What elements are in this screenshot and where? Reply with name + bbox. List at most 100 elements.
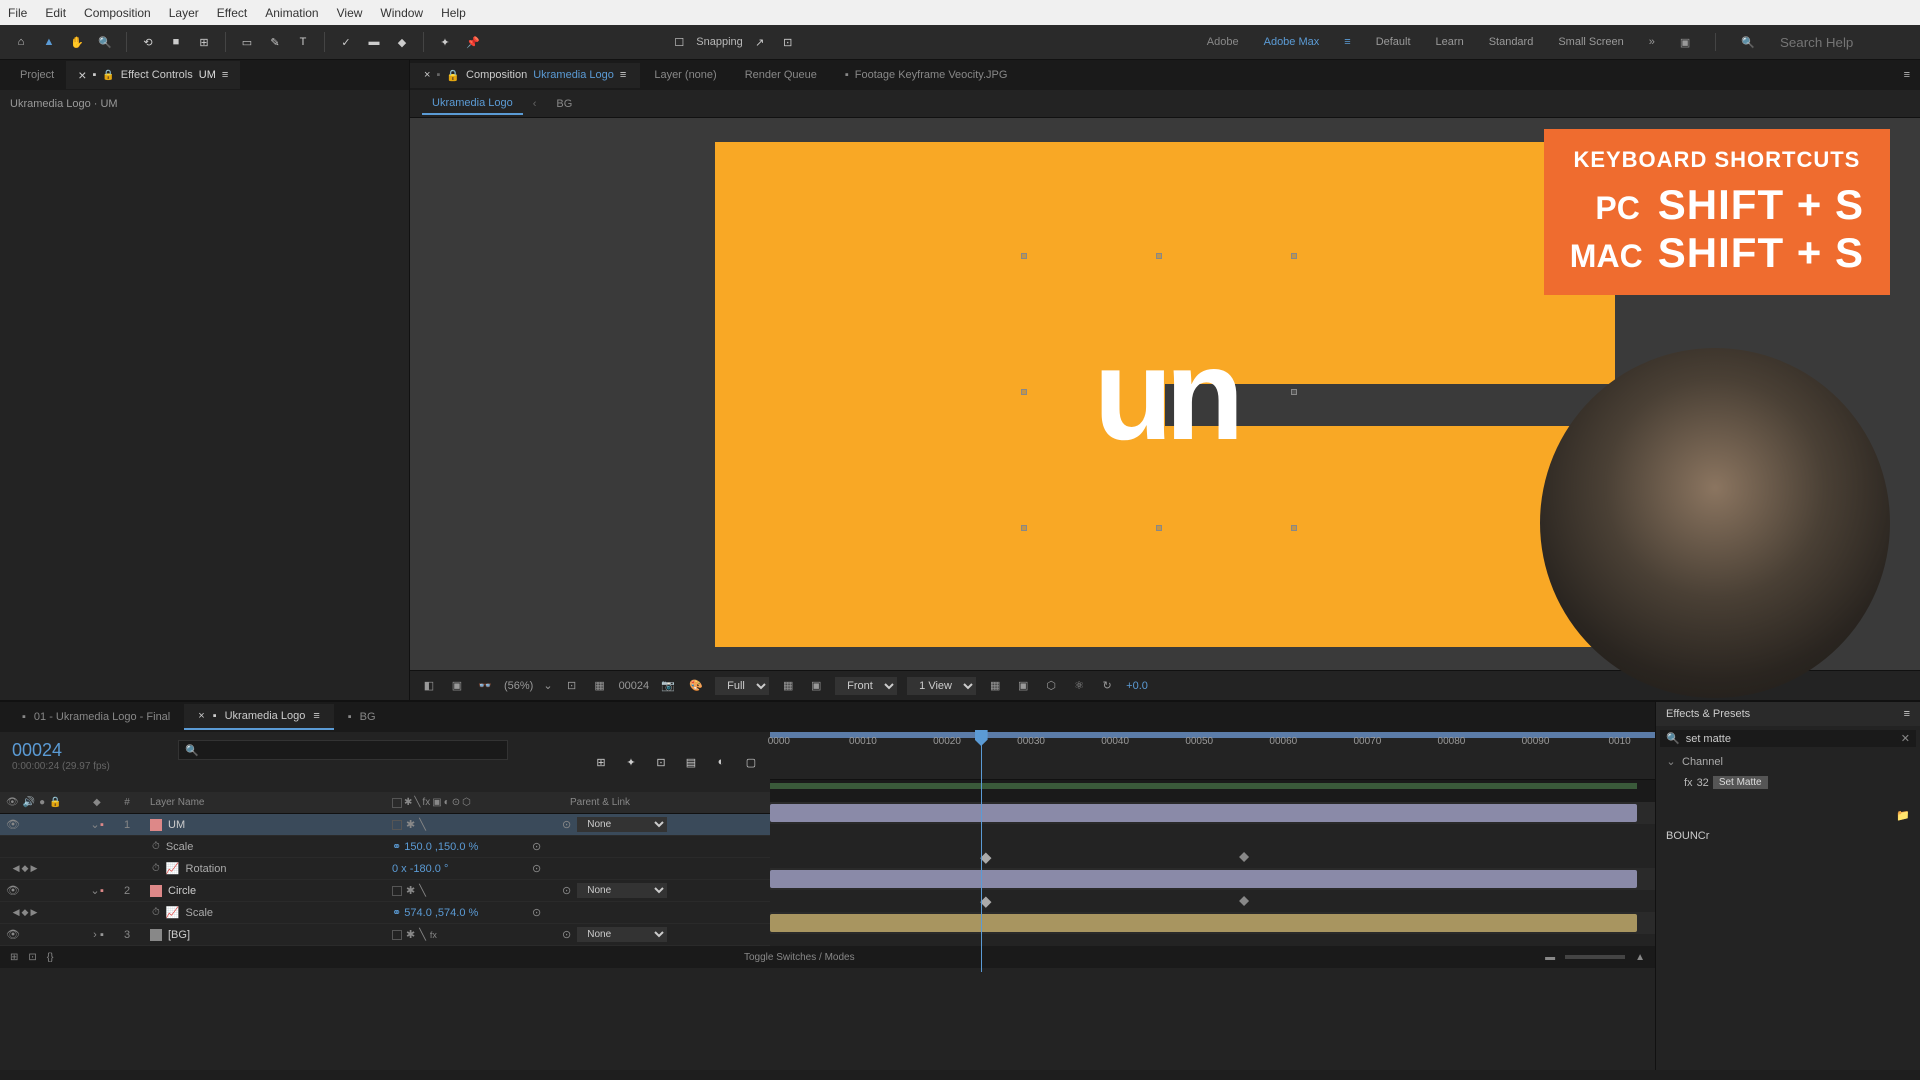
roto-tool-icon[interactable]: ✦ [434,31,456,53]
workspace-learn[interactable]: Learn [1436,36,1464,48]
effects-category[interactable]: ⌄ Channel [1656,751,1920,772]
stopwatch-icon[interactable]: ⏱ [152,907,160,918]
track-prop-3[interactable] [770,890,1655,912]
prev-kf-icon[interactable]: ◀ [13,863,20,874]
res-icon[interactable]: ⊡ [563,677,581,695]
parent-dropdown[interactable]: None [577,927,667,942]
twirl-down-icon[interactable]: ⌄ [1666,755,1676,768]
layer-name-column[interactable]: Layer Name [142,797,392,808]
alpha-icon[interactable]: ◧ [420,677,438,695]
region-icon[interactable]: ▣ [807,677,825,695]
menu-view[interactable]: View [337,6,363,20]
layer-row-bg[interactable]: 👁 ›▪ 3 [BG] ✱╲fx ⊙None [0,924,770,946]
snapshot-icon[interactable]: 📷 [659,677,677,695]
keyframe-icon[interactable] [1239,852,1249,862]
mask-icon[interactable]: 👓 [476,677,494,695]
hand-tool-icon[interactable]: ✋ [66,31,88,53]
color-icon[interactable]: 🎨 [687,677,705,695]
adobemax-link[interactable]: Adobe Max [1264,36,1320,48]
track-prop-1[interactable] [770,824,1655,846]
pickwhip-icon[interactable]: ⊙ [532,840,541,853]
effects-item[interactable]: fx 32 Set Matte [1656,772,1920,793]
home-icon[interactable]: ⌂ [10,31,32,53]
property-value[interactable]: 150.0 ,150.0 % [404,841,478,853]
snap-checkbox-icon[interactable]: ☐ [668,31,690,53]
comp-nav-bg[interactable]: BG [546,94,582,114]
search-help-input[interactable] [1780,35,1910,50]
bouncr-item[interactable]: BOUNCr [1656,826,1920,846]
brush-tool-icon[interactable]: ✓ [335,31,357,53]
menu-composition[interactable]: Composition [84,6,151,20]
footer-icon[interactable]: ⊞ [10,952,18,963]
link-icon[interactable]: ⚭ [392,841,401,853]
workspace-menu-icon[interactable]: ▣ [1680,36,1690,49]
zoom-tool-icon[interactable]: 🔍 [94,31,116,53]
panel-menu-icon[interactable]: ≡ [313,710,319,722]
3d-icon[interactable]: ⬡ [1042,677,1060,695]
menu-file[interactable]: File [8,6,27,20]
render-queue-tab[interactable]: Render Queue [731,63,831,87]
work-area[interactable] [770,783,1637,789]
pickwhip-icon[interactable]: ⊙ [532,906,541,919]
composition-viewer[interactable]: un KEYBOARD SHORTCUTS PC SHIFT + S MAC [410,118,1920,670]
track-row-2[interactable] [770,868,1655,890]
workspace-standard[interactable]: Standard [1489,36,1534,48]
track-row-1[interactable] [770,802,1655,824]
views-dropdown[interactable]: 1 View [907,677,976,695]
switch-col-icon[interactable]: ▣ [432,797,441,808]
zoom-slider[interactable] [1565,955,1625,959]
property-row-rotation[interactable]: ◀◆▶ ⏱📈Rotation 0 x -180.0 ° ⊙ [0,858,770,880]
panel-menu-icon[interactable]: ≡ [620,69,626,81]
menu-layer[interactable]: Layer [169,6,199,20]
close-icon[interactable]: × [198,710,204,722]
snapping-label[interactable]: Snapping [696,36,743,48]
panel-menu-icon[interactable]: ≡ [222,69,228,81]
switch-col-icon[interactable]: ╲ [414,797,420,808]
exposure-value[interactable]: +0.0 [1126,680,1148,692]
switch-col-icon[interactable]: fx [422,797,430,808]
switch-col-icon[interactable]: ◐ [444,797,450,808]
shape-tool-icon[interactable]: ▭ [236,31,258,53]
lock-icon[interactable]: 🔒 [446,69,460,82]
pickwhip-icon[interactable]: ⊙ [562,818,571,831]
eye-icon[interactable]: 👁 [6,928,20,941]
keyframe-icon[interactable] [980,853,991,864]
resolution-dropdown[interactable]: Full [715,677,769,695]
effect-controls-tab[interactable]: × ▪ 🔒 Effect Controls UM ≡ [66,61,240,89]
kf-diamond-icon[interactable]: ◆ [22,907,29,918]
current-frame[interactable]: 00024 [619,680,650,692]
switch-col-icon[interactable]: ⬡ [462,797,471,808]
panel-menu-icon[interactable]: ≡ [1904,708,1910,720]
eye-column-icon[interactable]: 👁 [6,797,19,808]
twirl-down-icon[interactable]: ⌄ [90,884,100,897]
footage-tab[interactable]: ▪ Footage Keyframe Veocity.JPG [831,63,1022,87]
footer-icon[interactable]: {} [47,952,54,963]
selection-tool-icon[interactable]: ▲ [38,31,60,53]
keyframe-icon[interactable] [980,897,991,908]
switch-col-icon[interactable]: ✱ [404,797,412,808]
twirl-down-icon[interactable]: ⌄ [90,818,100,831]
toggle-switches-button[interactable]: Toggle Switches / Modes [744,952,855,963]
menu-help[interactable]: Help [441,6,466,20]
track-prop-2[interactable] [770,846,1655,868]
layer-row-um[interactable]: 👁 ⌄▪ 1 UM ✱╲ ⊙None [0,814,770,836]
label-icon[interactable]: ▪ [100,885,104,897]
playhead[interactable] [981,732,982,972]
composition-tab[interactable]: × ▪ 🔒 Composition Ukramedia Logo ≡ [410,63,640,88]
adobe-link[interactable]: Adobe [1207,36,1239,48]
comp-mini-flowchart-icon[interactable]: ⊞ [590,751,612,773]
snap-opt1-icon[interactable]: ↗ [749,31,771,53]
property-value[interactable]: 0 x -180.0 ° [392,863,448,875]
shy-icon[interactable]: ⊡ [650,751,672,773]
timeline-tab-1[interactable]: ▪ 01 - Ukramedia Logo - Final [8,705,184,729]
pen-tool-icon[interactable]: ✎ [264,31,286,53]
pickwhip-icon[interactable]: ⊙ [562,884,571,897]
link-icon[interactable]: ⚭ [392,907,401,919]
zoom-out-icon[interactable]: ▬ [1545,952,1555,963]
ruler-icon[interactable]: ▣ [1014,677,1032,695]
footer-icon[interactable]: ⊡ [28,952,36,963]
label-icon[interactable]: ▪ [100,929,104,941]
workspace-default[interactable]: Default [1376,36,1411,48]
audio-column-icon[interactable]: 🔊 [23,797,35,808]
effects-search-input[interactable] [1686,733,1895,745]
